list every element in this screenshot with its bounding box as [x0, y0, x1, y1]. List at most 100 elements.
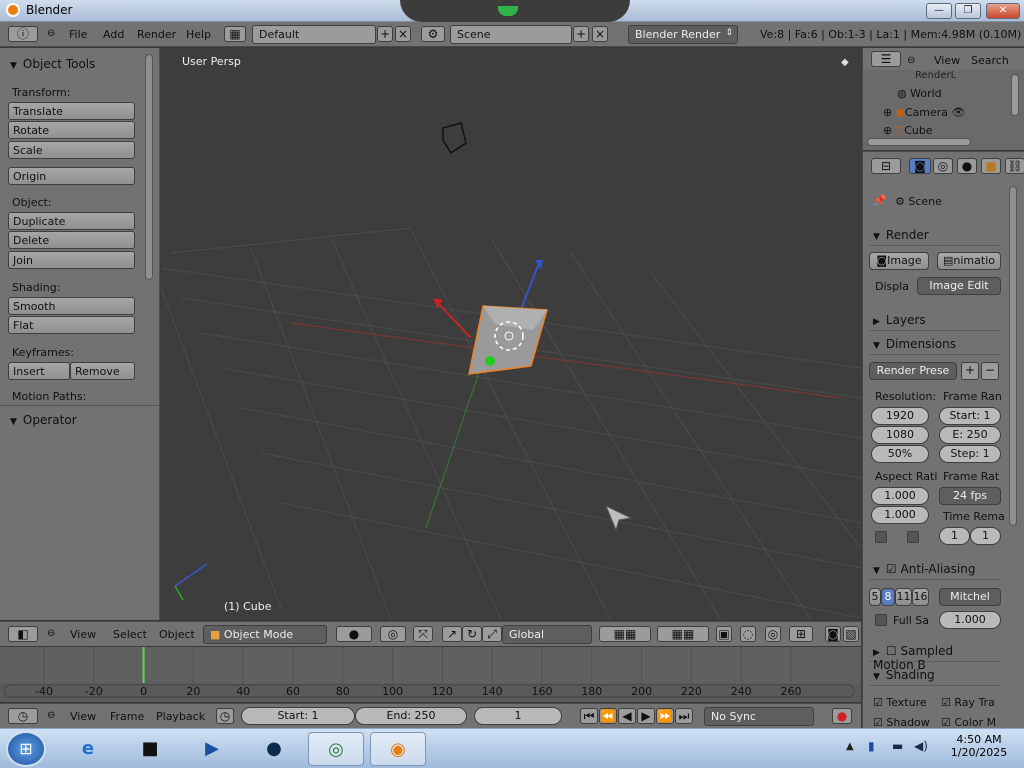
render-panel-header[interactable]: ▼ Render — [869, 224, 1001, 246]
rotate-manipulator-icon[interactable]: ↻ — [462, 626, 482, 642]
texture-option[interactable]: ☑ Texture — [873, 696, 927, 709]
y-arrow-icon[interactable] — [485, 356, 495, 366]
system-clock[interactable]: 4:50 AM 1/20/2025 — [934, 733, 1024, 759]
manipulator-toggle-icon[interactable]: ⤧ — [413, 626, 433, 642]
constraints-tab-icon[interactable]: ⛓ — [1005, 158, 1024, 174]
tree-item-camera[interactable]: ⊕ ◼Camera 👁 — [883, 106, 966, 119]
play-reverse-icon[interactable]: ◀ — [618, 708, 636, 724]
snap-toggle-icon[interactable]: ◎ — [765, 626, 781, 642]
timeline-scrollbar[interactable] — [3, 684, 855, 698]
rotate-button[interactable]: Rotate — [8, 121, 135, 139]
menu-view[interactable]: View — [70, 710, 96, 723]
opengl-render-icon[interactable]: ▧ — [843, 626, 859, 642]
transform-orientation-select[interactable]: Global — [502, 625, 592, 644]
border-checkbox[interactable] — [875, 531, 887, 543]
scene-field[interactable]: Scene — [450, 25, 572, 44]
motion-blur-checkbox-icon[interactable]: ☐ — [886, 644, 897, 658]
motion-blur-panel-header[interactable]: ▶ ☐ Sampled Motion B — [869, 640, 1001, 672]
media-box-icon[interactable]: ■ — [122, 732, 178, 766]
scene-tab-icon[interactable]: ◎ — [933, 158, 953, 174]
color-management-checkbox-icon[interactable]: ☑ — [941, 716, 951, 728]
render-tab-icon[interactable]: ◙ — [909, 158, 931, 174]
shading-panel-header[interactable]: ▼ Shading — [869, 664, 1001, 686]
minimize-button[interactable]: — — [926, 3, 952, 19]
editor-type-properties-icon[interactable]: ⊟ — [871, 158, 901, 174]
viewport-shading-icon[interactable]: ● — [336, 626, 372, 642]
menu-search[interactable]: Search — [971, 54, 1009, 67]
aspect-y-field[interactable]: 1.000 — [871, 506, 929, 524]
dimensions-panel-header[interactable]: ▼ Dimensions — [869, 333, 1001, 355]
delete-button[interactable]: Delete — [8, 231, 135, 249]
layers-panel-header[interactable]: ▶ Layers — [869, 309, 1001, 331]
display-icon[interactable]: ▬ — [892, 739, 903, 753]
mode-select[interactable]: ■ Object Mode — [203, 625, 327, 644]
render-presets-select[interactable]: Render Prese — [869, 362, 957, 380]
timeline[interactable]: -40 -20 0 20 40 60 80 100 120 140 160 180 200 220 240 2… — [0, 647, 861, 702]
duplicate-button[interactable]: Duplicate — [8, 212, 135, 230]
aa-filter-select[interactable]: Mitchel — [939, 588, 1001, 606]
outliner-hscrollbar[interactable] — [867, 138, 971, 146]
pivot-point-icon[interactable]: ◎ — [380, 626, 406, 642]
pin-icon[interactable]: 📌 — [873, 194, 887, 207]
resolution-percent-field[interactable]: 50% — [871, 445, 929, 463]
aa-16-button[interactable]: 16 — [912, 588, 929, 606]
world-tab-icon[interactable]: ● — [957, 158, 977, 174]
aspect-x-field[interactable]: 1.000 — [871, 487, 929, 505]
shadow-option[interactable]: ☑ Shadow — [873, 716, 930, 728]
color-management-option[interactable]: ☑ Color M — [941, 716, 996, 728]
close-button[interactable]: ✕ — [986, 3, 1020, 19]
render-animation-button[interactable]: ▤nimatio — [937, 252, 1001, 270]
remove-keyframe-button[interactable]: Remove — [70, 362, 135, 380]
resolution-y-field[interactable]: 1080 — [871, 426, 929, 444]
crop-checkbox[interactable] — [907, 531, 919, 543]
preview-range-icon[interactable]: ◷ — [216, 708, 234, 724]
sync-mode-select[interactable]: No Sync — [704, 707, 814, 726]
menu-object[interactable]: Object — [159, 628, 195, 641]
shadow-checkbox-icon[interactable]: ☑ — [873, 716, 883, 728]
media-player-icon[interactable]: ▶ — [184, 732, 240, 766]
menu-playback[interactable]: Playback — [156, 710, 205, 723]
frame-end-field[interactable]: E: 250 — [939, 426, 1001, 444]
anti-aliasing-panel-header[interactable]: ▼ ☑ Anti-Aliasing — [869, 558, 1001, 580]
jump-end-icon[interactable]: ⏭ — [675, 708, 693, 724]
end-frame-field[interactable]: End: 250 — [355, 707, 467, 725]
start-frame-field[interactable]: Start: 1 — [241, 707, 355, 725]
frame-start-field[interactable]: Start: 1 — [939, 407, 1001, 425]
start-button[interactable]: ⊞ — [6, 731, 46, 767]
scale-button[interactable]: Scale — [8, 141, 135, 159]
menu-view[interactable]: View — [934, 54, 960, 67]
raytrace-option[interactable]: ☑ Ray Tra — [941, 696, 995, 709]
remove-preset-icon[interactable]: − — [981, 362, 999, 380]
editor-type-info-icon[interactable]: ⓘ — [8, 26, 38, 42]
menu-select[interactable]: Select — [113, 628, 147, 641]
operator-panel-header[interactable]: ▼ Operator — [0, 409, 148, 429]
collapse-menu-icon[interactable]: ⊖ — [47, 28, 55, 39]
menu-frame[interactable]: Frame — [110, 710, 144, 723]
aa-5-button[interactable]: 5 — [869, 588, 881, 606]
collapse-menu-icon[interactable]: ⊖ — [907, 55, 915, 66]
scene-icon[interactable]: ⚙ — [421, 26, 445, 42]
show-hidden-icons[interactable]: ▲ — [846, 741, 854, 752]
current-frame-field[interactable]: 1 — [474, 707, 562, 725]
frame-step-field[interactable]: Step: 1 — [939, 445, 1001, 463]
join-button[interactable]: Join — [8, 251, 135, 269]
editor-type-timeline-icon[interactable]: ◷ — [8, 708, 38, 724]
tool-shelf-scrollbar[interactable] — [145, 54, 153, 280]
menu-file[interactable]: File — [69, 28, 87, 41]
menu-add[interactable]: Add — [103, 28, 124, 41]
aa-11-button[interactable]: 11 — [895, 588, 912, 606]
screen-layout-icon[interactable]: ▦ — [224, 26, 246, 42]
add-layout-icon[interactable]: + — [377, 26, 393, 42]
time-remap-new-field[interactable]: 1 — [970, 527, 1001, 545]
network-icon[interactable]: ▮ — [868, 739, 875, 753]
display-select[interactable]: Image Edit — [917, 277, 1001, 295]
properties-scrollbar[interactable] — [1009, 186, 1017, 526]
snap-element-icon[interactable]: ⊞ — [789, 626, 813, 642]
frame-rate-select[interactable]: 24 fps — [939, 487, 1001, 505]
flat-button[interactable]: Flat — [8, 316, 135, 334]
tree-item-renderlayers[interactable]: RenderL — [915, 70, 956, 81]
translate-button[interactable]: Translate — [8, 102, 135, 120]
camera-object-icon[interactable] — [442, 122, 467, 155]
resolution-x-field[interactable]: 1920 — [871, 407, 929, 425]
origin-button[interactable]: Origin — [8, 167, 135, 185]
